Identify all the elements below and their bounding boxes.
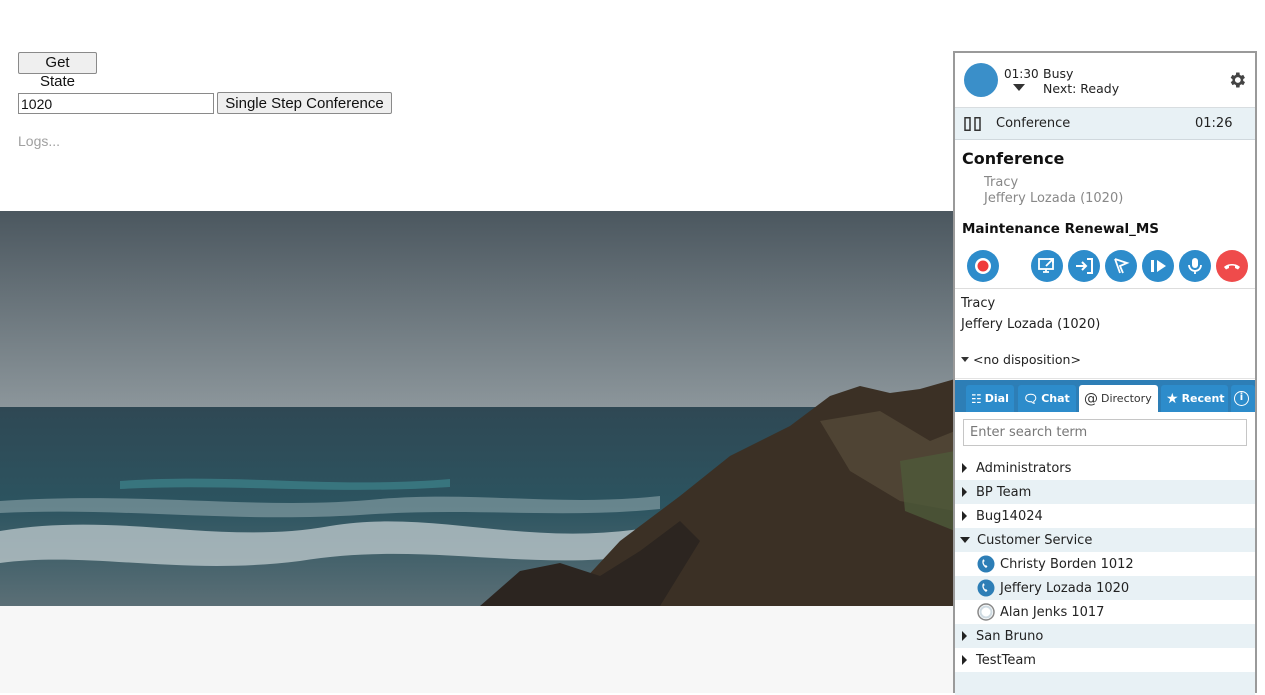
status-state: Busy (1043, 66, 1074, 81)
member-label: Christy Borden 1012 (1000, 556, 1134, 572)
tab-chat[interactable]: 🗨 Chat (1018, 385, 1076, 412)
directory-group-bug14024[interactable]: Bug14024 (955, 504, 1255, 528)
call-type-label: Conference (996, 116, 1071, 131)
keypad-icon: ☷ (971, 391, 982, 406)
tab-directory[interactable]: @ Directory (1079, 385, 1158, 412)
mute-button[interactable] (1179, 250, 1211, 282)
phone-busy-icon (977, 555, 995, 573)
external-screen-icon (1038, 258, 1054, 273)
directory-group-customer-service[interactable]: Customer Service (955, 528, 1255, 552)
disposition-dropdown[interactable]: <no disposition> (961, 352, 1081, 367)
divider (955, 288, 1255, 289)
status-next: Next: Ready (1043, 81, 1120, 96)
play-icon (1151, 260, 1166, 272)
chat-bubble-icon: 🗨 (1023, 391, 1039, 406)
screen-pop-button[interactable] (1031, 250, 1063, 282)
group-label: Bug14024 (976, 508, 1043, 524)
directory-member[interactable]: Alan Jenks 1017 (955, 600, 1255, 624)
group-label: TestTeam (976, 652, 1036, 668)
single-step-conference-button[interactable]: Single Step Conference (217, 92, 392, 114)
directory-list-filler (955, 672, 1255, 695)
call-timer: 01:26 (1195, 116, 1233, 131)
group-label: Administrators (976, 460, 1072, 476)
transfer-button[interactable] (1068, 250, 1100, 282)
at-sign-icon: @ (1084, 390, 1098, 407)
party-name: Tracy (961, 296, 996, 311)
available-status-icon (977, 603, 995, 621)
divider (955, 378, 1255, 379)
caret-down-icon (961, 357, 969, 362)
number-input[interactable] (18, 93, 214, 114)
info-icon: i (1234, 391, 1249, 406)
flag-button[interactable] (1105, 250, 1137, 282)
disposition-label: <no disposition> (973, 352, 1081, 367)
directory-group-bp-team[interactable]: BP Team (955, 480, 1255, 504)
party-name: Jeffery Lozada (1020) (961, 317, 1101, 332)
logs-text: Logs... (18, 133, 61, 149)
caret-right-icon (962, 655, 967, 665)
member-label: Alan Jenks 1017 (1000, 604, 1105, 620)
get-state-button[interactable]: Get State (18, 52, 97, 90)
flag-icon (1114, 258, 1130, 274)
tab-label: Chat (1041, 392, 1070, 405)
call-bar: Conference 01:26 (955, 108, 1255, 140)
directory-group-administrators[interactable]: Administrators (955, 456, 1255, 480)
caret-down-icon (960, 537, 970, 543)
record-button[interactable] (967, 250, 999, 282)
tab-recent[interactable]: ★ Recent (1161, 385, 1228, 412)
group-label: Customer Service (977, 532, 1093, 548)
tab-strip: ☷ Dial 🗨 Chat @ Directory ★ Recent i (955, 380, 1255, 412)
microphone-icon (1188, 258, 1202, 274)
conference-title: Conference (962, 149, 1065, 168)
caret-right-icon (962, 511, 967, 521)
hangup-icon (1224, 264, 1240, 270)
star-icon: ★ (1166, 390, 1179, 407)
hangup-button[interactable] (1216, 250, 1248, 282)
conference-party: Jeffery Lozada (1020) (984, 191, 1124, 206)
directory-group-san-bruno[interactable]: San Bruno (955, 624, 1255, 648)
avatar[interactable] (964, 63, 998, 97)
directory-member[interactable]: Christy Borden 1012 (955, 552, 1255, 576)
member-label: Jeffery Lozada 1020 (1000, 580, 1130, 596)
tab-label: Recent (1181, 392, 1225, 405)
campaign-name: Maintenance Renewal_MS (962, 221, 1160, 237)
tab-label: Dial (984, 392, 1009, 405)
directory-search-input[interactable] (963, 419, 1247, 446)
background-scenery-image (0, 211, 955, 606)
phone-busy-icon (977, 579, 995, 597)
group-label: BP Team (976, 484, 1032, 500)
tab-label: Directory (1101, 392, 1152, 405)
resume-button[interactable] (1142, 250, 1174, 282)
status-bar: 01:30 Busy Next: Ready (955, 53, 1255, 108)
group-label: San Bruno (976, 628, 1044, 644)
chevron-down-icon[interactable] (1013, 84, 1025, 91)
caret-right-icon (962, 631, 967, 641)
directory-group-testteam[interactable]: TestTeam (955, 648, 1255, 672)
conference-party: Tracy (984, 175, 1019, 190)
record-icon (975, 258, 991, 274)
pause-icon[interactable] (964, 117, 982, 131)
agent-panel: 01:30 Busy Next: Ready Conference 01:26 … (953, 51, 1257, 695)
tab-info[interactable]: i (1231, 385, 1255, 412)
page-footer-band (0, 606, 955, 693)
tab-dial[interactable]: ☷ Dial (966, 385, 1014, 412)
gear-icon[interactable] (1227, 70, 1247, 90)
directory-member[interactable]: Jeffery Lozada 1020 (955, 576, 1255, 600)
caret-right-icon (962, 487, 967, 497)
caret-right-icon (962, 463, 967, 473)
transfer-icon (1076, 258, 1093, 274)
status-timer: 01:30 (1004, 67, 1039, 81)
